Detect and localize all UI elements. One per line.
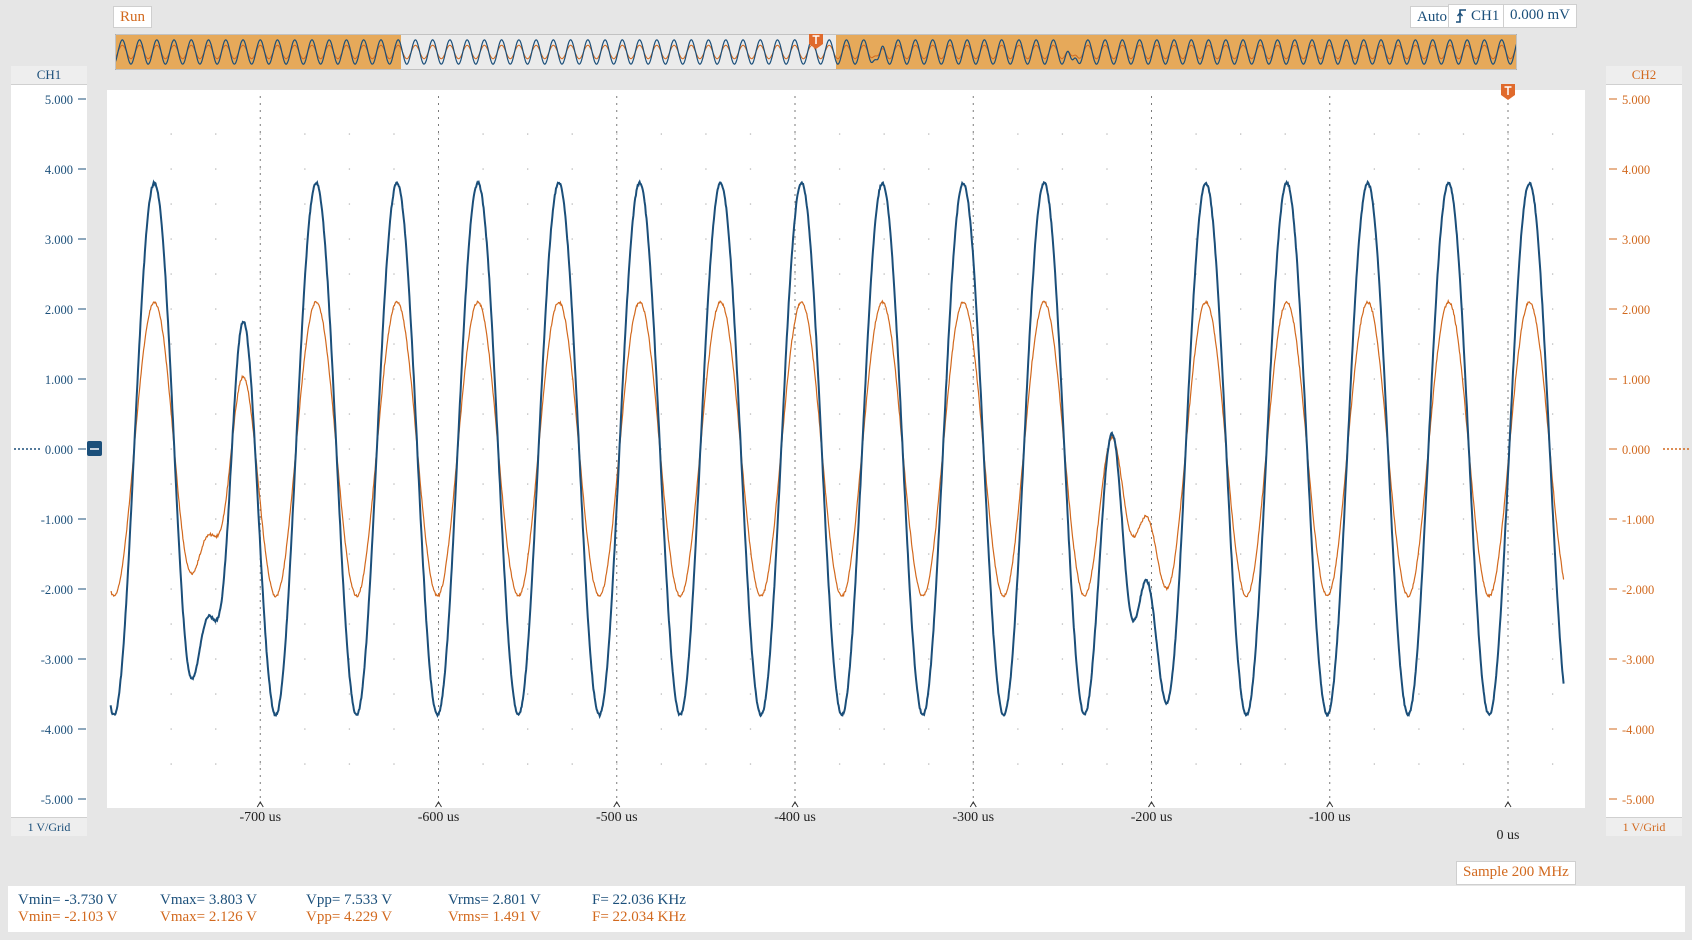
ch1-freq: F= 22.036 KHz bbox=[592, 892, 686, 908]
x-tick-label: -300 us bbox=[952, 810, 994, 825]
sample-rate-badge: Sample 200 MHz bbox=[1456, 861, 1576, 885]
ch2-vmax: Vmax= 2.126 V bbox=[160, 909, 257, 925]
ch1-y-tick: -5.000 bbox=[41, 793, 73, 807]
ch2-y-tick: 2.000 bbox=[1622, 303, 1650, 317]
ch2-vmin: Vmin= -2.103 V bbox=[18, 909, 117, 925]
ch1-y-tick: 2.000 bbox=[45, 303, 73, 317]
ch2-y-tick: -4.000 bbox=[1622, 723, 1654, 737]
trigger-time-label: 0 us bbox=[1497, 828, 1520, 843]
x-tick-label: -400 us bbox=[774, 810, 816, 825]
oscilloscope-plot[interactable]: 5.000 4.000 3.000 2.000 1.000 0.000 -1.000 -2.0… bbox=[0, 0, 1692, 860]
ch1-y-tick: 0.000 bbox=[45, 443, 73, 457]
ch2-y-tick: 3.000 bbox=[1622, 233, 1650, 247]
ch1-vpp: Vpp= 7.533 V bbox=[306, 892, 392, 908]
ch2-vpp: Vpp= 4.229 V bbox=[306, 909, 392, 925]
ch2-freq: F= 22.034 KHz bbox=[592, 909, 686, 925]
ch1-vrms: Vrms= 2.801 V bbox=[448, 892, 541, 908]
ch2-y-tick: 4.000 bbox=[1622, 163, 1650, 177]
ch2-y-tick: 5.000 bbox=[1622, 93, 1650, 107]
ch1-y-tick: -4.000 bbox=[41, 723, 73, 737]
x-tick-label: -700 us bbox=[239, 810, 281, 825]
x-tick-label: -500 us bbox=[596, 810, 638, 825]
ch1-y-tick: 3.000 bbox=[45, 233, 73, 247]
ch1-y-tick: -2.000 bbox=[41, 583, 73, 597]
ch2-y-tick: -5.000 bbox=[1622, 793, 1654, 807]
ch1-offset-marker[interactable] bbox=[87, 441, 102, 456]
x-tick-label: -600 us bbox=[418, 810, 460, 825]
ch2-y-tick: 0.000 bbox=[1622, 443, 1650, 457]
ch2-y-tick: -2.000 bbox=[1622, 583, 1654, 597]
ch2-y-tick: -1.000 bbox=[1622, 513, 1654, 527]
ch2-y-tick: 1.000 bbox=[1622, 373, 1650, 387]
ch1-vmax: Vmax= 3.803 V bbox=[160, 892, 257, 908]
ch1-y-tick: 5.000 bbox=[45, 93, 73, 107]
ch1-y-tick: -3.000 bbox=[41, 653, 73, 667]
x-tick-label: -100 us bbox=[1309, 810, 1351, 825]
x-tick-label: -200 us bbox=[1131, 810, 1173, 825]
ch1-vmin: Vmin= -3.730 V bbox=[18, 892, 117, 908]
measurements-panel: Vmin= -3.730 V Vmax= 3.803 V Vpp= 7.533 … bbox=[8, 886, 1685, 932]
ch2-y-tick: -3.000 bbox=[1622, 653, 1654, 667]
ch1-y-tick: 4.000 bbox=[45, 163, 73, 177]
ch2-vrms: Vrms= 1.491 V bbox=[448, 909, 541, 925]
ch1-y-tick: -1.000 bbox=[41, 513, 73, 527]
ch1-y-tick: 1.000 bbox=[45, 373, 73, 387]
